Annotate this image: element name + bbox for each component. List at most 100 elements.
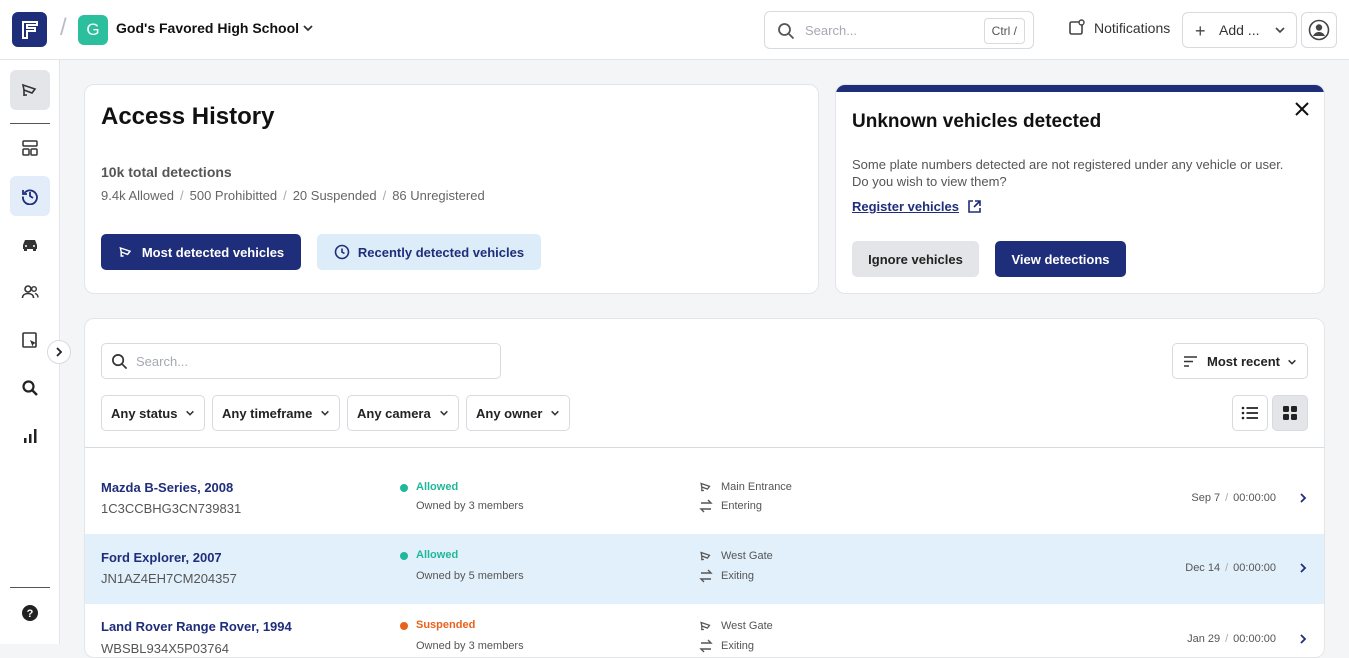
direction: Exiting [721, 640, 755, 652]
detection-time: Dec 14/00:00:00 [1185, 562, 1276, 574]
filter-timeframe[interactable]: Any timeframe [212, 395, 341, 431]
card-accent-bar [836, 85, 1324, 92]
sidebar-item-search[interactable] [10, 368, 50, 408]
filter-owner[interactable]: Any owner [466, 395, 571, 431]
sidebar-divider [10, 123, 50, 124]
sort-dropdown[interactable]: Most recent [1172, 343, 1308, 379]
vehicle-name[interactable]: Mazda B-Series, 2008 [101, 480, 233, 495]
detections-list-card: Search... Most recent Any status Any tim… [84, 318, 1325, 658]
sidebar-item-help[interactable]: ? [10, 593, 50, 633]
status-badge: Suspended [416, 619, 476, 631]
most-detected-button[interactable]: Most detected vehicles [101, 234, 301, 270]
breadcrumb-separator: / [60, 14, 67, 41]
sort-icon [1184, 356, 1197, 367]
school-switcher[interactable]: God's Favored High School [116, 20, 299, 36]
list-search[interactable]: Search... [101, 343, 501, 379]
help-icon: ? [22, 605, 38, 621]
filter-camera-label: Any camera [357, 405, 431, 421]
stat-unregistered: 86 Unregistered [392, 188, 485, 203]
sidebar-item-cameras[interactable] [10, 70, 50, 110]
table-row[interactable]: Land Rover Range Rover, 1994 WBSBL934X5P… [85, 604, 1324, 657]
history-icon [22, 189, 38, 205]
list-view-toggle[interactable] [1232, 395, 1268, 431]
swap-icon [699, 499, 713, 513]
notification-icon [1069, 19, 1085, 35]
vehicle-name[interactable]: Land Rover Range Rover, 1994 [101, 619, 292, 634]
filter-status-label: Any status [111, 405, 178, 421]
stat-suspended: 20 Suspended [292, 188, 377, 203]
user-menu-button[interactable] [1301, 12, 1337, 48]
swap-icon [699, 639, 713, 653]
dashboard-icon [22, 140, 38, 156]
chevron-right-icon[interactable] [1298, 634, 1308, 644]
add-button[interactable]: + Add ... [1182, 12, 1297, 48]
detection-stats: 9.4k Allowed/500 Prohibitted/20 Suspende… [101, 188, 485, 203]
register-vehicles-label: Register vehicles [852, 199, 959, 214]
recently-detected-button[interactable]: Recently detected vehicles [317, 234, 541, 270]
search-icon [778, 23, 795, 40]
app-logo[interactable] [12, 12, 47, 47]
school-avatar[interactable]: G [78, 15, 108, 45]
sidebar-item-analytics[interactable] [10, 416, 50, 456]
chevron-down-icon [186, 410, 195, 416]
chevron-down-icon [1275, 27, 1285, 34]
filter-camera[interactable]: Any camera [347, 395, 459, 431]
table-row[interactable]: Ford Explorer, 2007 JN1AZ4EH7CM204357 Al… [85, 534, 1324, 604]
camera-name: West Gate [721, 620, 773, 632]
access-history-card: Access History 10k total detections 9.4k… [84, 84, 819, 294]
notifications-label: Notifications [1094, 19, 1171, 36]
sidebar-item-vehicles[interactable] [10, 224, 50, 264]
grid-view-toggle[interactable] [1272, 395, 1308, 431]
chevron-down-icon[interactable] [302, 22, 314, 34]
logo-icon [21, 20, 38, 39]
filter-timeframe-label: Any timeframe [222, 405, 313, 421]
status-badge: Allowed [416, 549, 459, 561]
notifications-button[interactable]: Notifications [1068, 19, 1170, 36]
user-icon [1308, 19, 1330, 41]
page-title: Access History [101, 103, 275, 130]
filter-status[interactable]: Any status [101, 395, 206, 431]
status-dot [400, 622, 408, 630]
detection-date: Sep 7 [1191, 492, 1221, 504]
sidebar-item-reports[interactable] [10, 320, 50, 360]
search-input[interactable]: Search... [805, 23, 857, 38]
sidebar-divider [10, 587, 50, 588]
swap-icon [699, 569, 713, 583]
camera-name: Main Entrance [721, 481, 792, 493]
sort-label: Most recent [1207, 354, 1280, 369]
add-label: Add ... [1219, 22, 1260, 38]
sidebar-item-dashboard[interactable] [10, 128, 50, 168]
car-icon [23, 240, 37, 251]
detection-date: Dec 14 [1185, 562, 1221, 574]
list-search-input[interactable]: Search... [136, 354, 188, 369]
chevron-down-icon [439, 410, 448, 416]
list-icon [1241, 406, 1258, 420]
close-icon[interactable] [1294, 101, 1310, 117]
sidebar-expand-button[interactable] [47, 340, 71, 364]
sidebar-item-access-history[interactable] [10, 176, 50, 216]
users-icon [21, 285, 39, 299]
table-row[interactable]: Mazda B-Series, 2008 1C3CCBHG3CN739831 A… [85, 464, 1324, 534]
owner-count: Owned by 3 members [416, 500, 524, 512]
ignore-vehicles-button[interactable]: Ignore vehicles [852, 241, 979, 277]
global-search[interactable]: Search... Ctrl / [764, 11, 1034, 49]
register-vehicles-link[interactable]: Register vehicles [852, 199, 982, 214]
owner-count: Owned by 5 members [416, 570, 524, 582]
camera-icon [119, 246, 132, 257]
search-icon [22, 380, 38, 396]
analytics-icon [24, 429, 37, 443]
chevron-right-icon[interactable] [1298, 563, 1308, 573]
detection-time: Sep 7/00:00:00 [1191, 492, 1276, 504]
grid-icon [1283, 406, 1297, 420]
chevron-right-icon[interactable] [1298, 493, 1308, 503]
vehicle-name[interactable]: Ford Explorer, 2007 [101, 550, 222, 565]
chevron-right-icon [56, 347, 63, 357]
list-divider [85, 447, 1324, 448]
detection-date: Jan 29 [1187, 633, 1221, 645]
total-detections: 10k total detections [101, 164, 232, 180]
camera-icon [700, 551, 711, 561]
view-detections-button[interactable]: View detections [995, 241, 1126, 277]
sidebar-item-users[interactable] [10, 272, 50, 312]
unknown-vehicles-card: Unknown vehicles detected Some plate num… [835, 84, 1325, 294]
direction: Entering [721, 500, 762, 512]
